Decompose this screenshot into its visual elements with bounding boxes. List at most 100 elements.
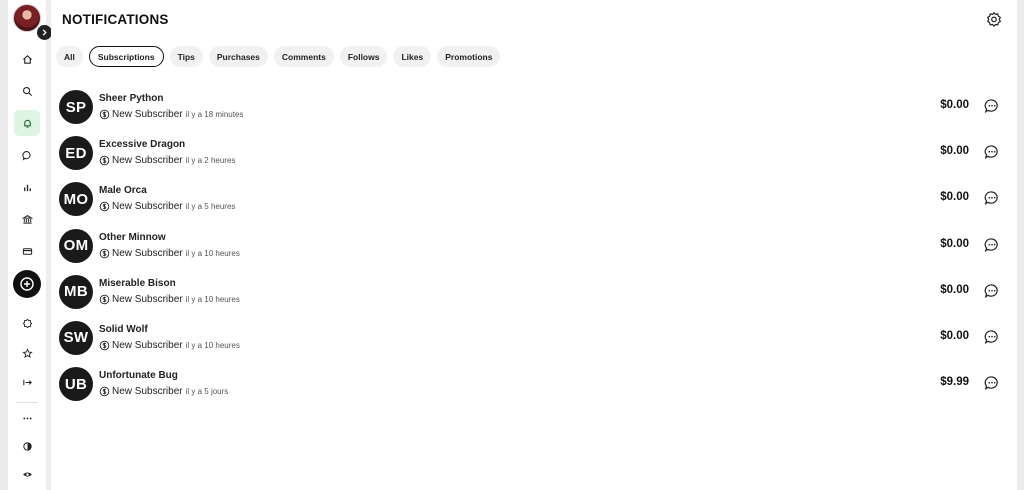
- logout-icon: [22, 379, 32, 385]
- event-label: New Subscriber: [112, 155, 183, 167]
- dollar-circle-icon: [99, 248, 110, 259]
- nav-badge[interactable]: [14, 310, 40, 336]
- notification-row[interactable]: MO Male Orca New Subscriber il y a 5 heures…: [51, 178, 1017, 224]
- user-avatar[interactable]: UB: [59, 367, 93, 402]
- amount: $0.00: [940, 237, 969, 250]
- notification-detail: New Subscriber il y a 10 heures: [99, 340, 240, 351]
- badge-icon: [22, 318, 32, 328]
- tab-purchases[interactable]: Purchases: [208, 46, 268, 67]
- chevron-right-icon: [42, 29, 47, 36]
- event-timestamp: il y a 10 heures: [185, 340, 240, 350]
- nav-banking[interactable]: [14, 206, 40, 232]
- nav-messages[interactable]: [14, 142, 40, 168]
- dollar-circle-icon: [99, 202, 110, 212]
- message-button[interactable]: [984, 329, 1000, 345]
- nav-more[interactable]: [14, 405, 40, 431]
- notification-detail: New Subscriber il y a 5 heures: [99, 201, 235, 212]
- event-label: New Subscriber: [112, 339, 183, 351]
- nav-visibility[interactable]: [14, 461, 40, 487]
- tab-likes[interactable]: Likes: [393, 46, 432, 67]
- user-avatar[interactable]: MB: [59, 274, 93, 309]
- notification-row[interactable]: SW Solid Wolf New Subscriber il y a 10 heur…: [51, 317, 1017, 363]
- eye-icon: [22, 471, 32, 477]
- sidebar-divider: [16, 402, 38, 403]
- notification-settings-button[interactable]: [986, 11, 1002, 27]
- event-timestamp: il y a 10 heures: [185, 294, 240, 304]
- dollar-circle-icon: [99, 340, 110, 351]
- notification-detail: New Subscriber il y a 18 minutes: [99, 109, 243, 120]
- contrast-icon: [22, 441, 32, 451]
- user-avatar[interactable]: MO: [59, 182, 93, 217]
- tab-promotions[interactable]: Promotions: [437, 46, 501, 67]
- tab-comments[interactable]: Comments: [273, 46, 334, 67]
- tab-tips[interactable]: Tips: [169, 46, 203, 67]
- nav-notifications[interactable]: [14, 110, 40, 136]
- message-icon: [984, 191, 998, 206]
- nav-statistics[interactable]: [14, 174, 40, 200]
- user-name[interactable]: Excessive Dragon: [99, 139, 185, 150]
- amount: $0.00: [940, 329, 969, 342]
- message-button[interactable]: [984, 375, 1000, 391]
- user-name[interactable]: Other Minnow: [99, 232, 166, 243]
- dollar-circle-icon: [99, 109, 110, 120]
- event-timestamp: il y a 18 minutes: [185, 110, 244, 119]
- event-timestamp: il y a 5 heures: [185, 202, 236, 212]
- user-name[interactable]: Unfortunate Bug: [99, 370, 178, 381]
- nav-search[interactable]: [14, 78, 40, 104]
- notification-row[interactable]: SP Sheer Python New Subscriber il y a 18 mi…: [51, 86, 1017, 132]
- tab-follows[interactable]: Follows: [339, 46, 388, 67]
- nav-favorites[interactable]: [14, 340, 40, 366]
- more-icon: [22, 417, 32, 419]
- nav-cards[interactable]: [14, 238, 40, 264]
- user-name[interactable]: Male Orca: [99, 185, 147, 196]
- notification-list: SP Sheer Python New Subscriber il y a 18 mi…: [51, 86, 1017, 409]
- plus-circle-icon: [20, 277, 34, 291]
- notification-row[interactable]: OM Other Minnow New Subscriber il y a 10 he…: [51, 225, 1017, 271]
- home-icon: [22, 54, 32, 64]
- amount: $0.00: [940, 283, 969, 296]
- message-button[interactable]: [984, 98, 1000, 114]
- event-timestamp: il y a 10 heures: [185, 248, 240, 258]
- user-name[interactable]: Sheer Python: [99, 93, 163, 104]
- message-button[interactable]: [984, 190, 1000, 206]
- user-avatar[interactable]: SW: [59, 320, 93, 355]
- expand-sidebar-button[interactable]: [37, 25, 52, 40]
- event-timestamp: il y a 5 jours: [185, 387, 229, 397]
- event-label: New Subscriber: [112, 386, 183, 398]
- notification-row[interactable]: ED Excessive Dragon New Subscriber il y a 2…: [51, 132, 1017, 178]
- message-icon: [984, 237, 998, 252]
- nav-theme-toggle[interactable]: [14, 433, 40, 459]
- event-label: New Subscriber: [112, 109, 183, 120]
- tab-subscriptions[interactable]: Subscriptions: [88, 46, 164, 67]
- message-button[interactable]: [984, 237, 1000, 253]
- user-name[interactable]: Solid Wolf: [99, 324, 148, 335]
- nav-new-post-button[interactable]: [13, 270, 41, 298]
- event-label: New Subscriber: [112, 247, 183, 259]
- tab-all[interactable]: All: [56, 46, 83, 67]
- nav-home[interactable]: [14, 46, 40, 72]
- dollar-circle-icon: [99, 201, 110, 212]
- message-button[interactable]: [984, 144, 1000, 160]
- user-avatar[interactable]: OM: [59, 228, 93, 263]
- sidebar: [8, 0, 52, 490]
- dollar-circle-icon: [99, 155, 110, 166]
- nav-logout[interactable]: [14, 369, 40, 395]
- dollar-circle-icon: [99, 386, 110, 397]
- notification-detail: New Subscriber il y a 10 heures: [99, 294, 240, 305]
- bar-chart-icon: [23, 184, 31, 191]
- notification-row[interactable]: MB Miserable Bison New Subscriber il y a 10…: [51, 271, 1017, 317]
- message-button[interactable]: [984, 283, 1000, 299]
- notification-tabs: All Subscriptions Tips Purchases Comments Fol…: [56, 46, 501, 67]
- user-name[interactable]: Miserable Bison: [99, 278, 176, 289]
- profile-avatar[interactable]: [13, 4, 41, 32]
- dollar-circle-icon: [99, 155, 110, 166]
- search-icon: [22, 86, 32, 96]
- user-avatar[interactable]: SP: [59, 90, 93, 124]
- bank-icon: [21, 214, 33, 224]
- message-icon: [984, 284, 998, 298]
- message-icon: [984, 376, 998, 391]
- user-avatar[interactable]: ED: [59, 136, 93, 171]
- card-icon: [22, 247, 32, 255]
- dollar-circle-icon: [99, 340, 110, 351]
- notification-row[interactable]: UB Unfortunate Bug New Subscriber il y a 5 …: [51, 363, 1017, 409]
